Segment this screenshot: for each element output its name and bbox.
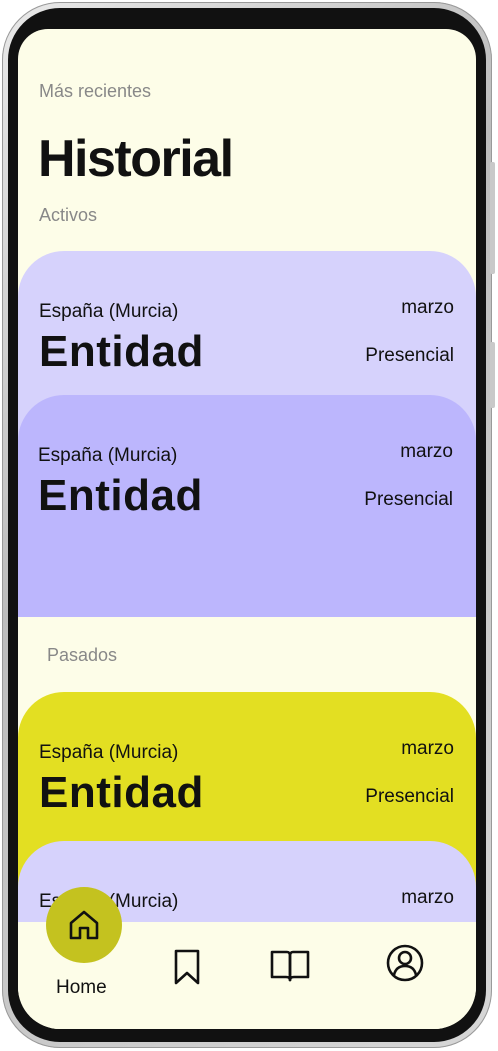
card-month: marzo bbox=[400, 441, 453, 462]
card-location: España (Murcia) bbox=[39, 742, 179, 763]
card-month: marzo bbox=[401, 297, 454, 318]
card-location: España (Murcia) bbox=[38, 445, 178, 466]
card-mode: Presencial bbox=[365, 345, 454, 366]
tab-library[interactable] bbox=[268, 945, 312, 985]
page-title: Historial bbox=[38, 130, 234, 188]
home-icon bbox=[69, 910, 99, 940]
section-active-label: Activos bbox=[39, 205, 98, 225]
tab-home[interactable] bbox=[46, 887, 122, 963]
profile-icon bbox=[386, 944, 424, 982]
tab-bookmarks[interactable] bbox=[170, 947, 204, 987]
bookmark-icon bbox=[174, 949, 200, 985]
side-button bbox=[490, 342, 495, 408]
card-mode: Presencial bbox=[365, 786, 454, 807]
book-icon bbox=[270, 950, 310, 982]
card-entity: Entidad bbox=[39, 327, 204, 376]
card-month: marzo bbox=[401, 887, 454, 908]
phone-frame: Más recientes Historial Activos España (… bbox=[2, 2, 495, 1048]
app-screen: Más recientes Historial Activos España (… bbox=[18, 29, 476, 1029]
card-entity: Entidad bbox=[39, 768, 204, 817]
card-location: España (Murcia) bbox=[39, 301, 179, 322]
recent-label: Más recientes bbox=[39, 81, 152, 101]
card-mode: Presencial bbox=[364, 489, 453, 510]
section-past-label: Pasados bbox=[47, 645, 118, 665]
card-entity: Entidad bbox=[38, 471, 203, 520]
tab-home-label: Home bbox=[56, 977, 107, 998]
history-card[interactable]: España (Murcia) Entidad marzo Presencial bbox=[18, 395, 476, 617]
side-button bbox=[490, 162, 495, 274]
tab-profile[interactable] bbox=[384, 942, 426, 984]
card-month: marzo bbox=[401, 738, 454, 759]
